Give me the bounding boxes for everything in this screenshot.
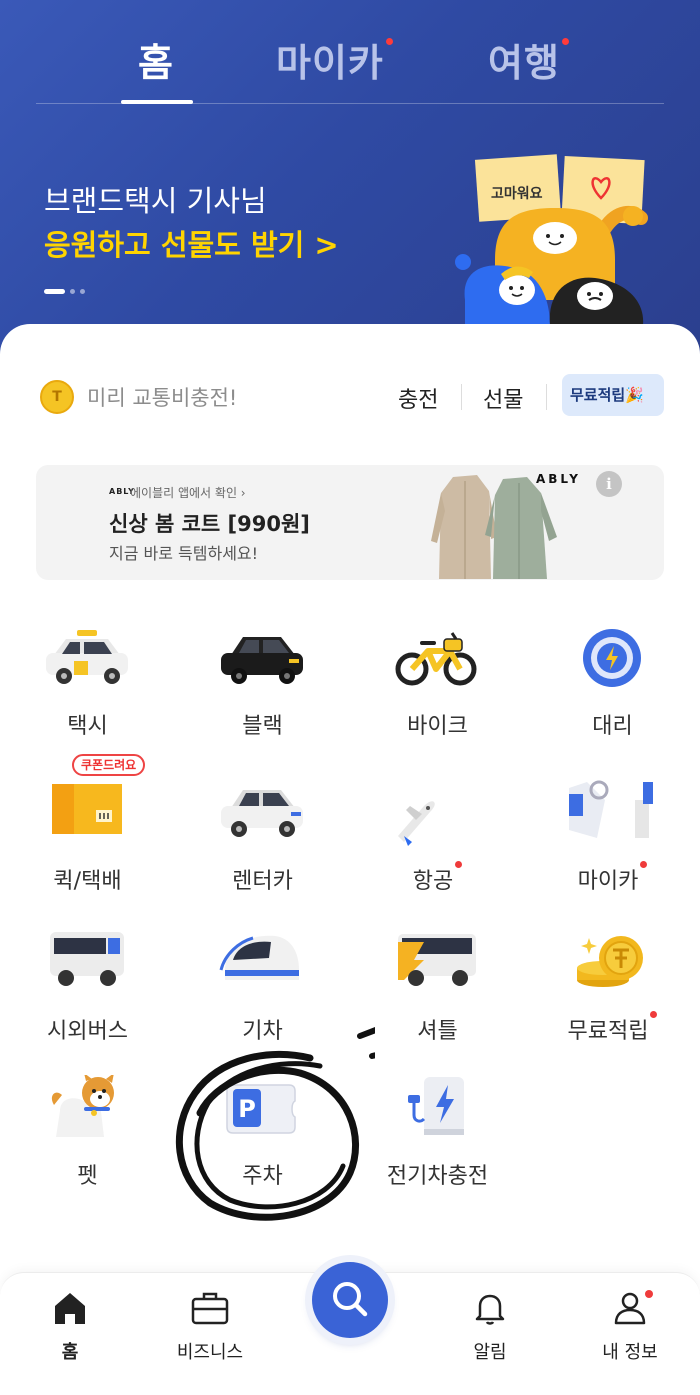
service-label: 주차: [242, 1164, 283, 1189]
ev-charger-icon: [408, 1077, 464, 1135]
search-icon: [333, 1282, 368, 1317]
service-rental-car[interactable]: 렌터카: [175, 780, 350, 930]
mascot-illustration[interactable]: 고마워요: [455, 150, 655, 330]
coupon-badge[interactable]: 쿠폰드려요: [72, 754, 146, 776]
tab-mycar-label: 마이카: [276, 41, 384, 85]
train-icon: [219, 935, 299, 980]
person-icon: [614, 1292, 646, 1325]
home-icon: [55, 1293, 85, 1324]
tab-home[interactable]: 홈: [138, 32, 174, 87]
ad-source-link[interactable]: 에이블리 앱에서 확인 ›: [130, 484, 246, 501]
service-label: 시외버스: [47, 1019, 128, 1044]
tab-divider: [36, 103, 664, 104]
service-ev-charging[interactable]: 전기차충전: [350, 1075, 525, 1225]
ad-info-icon[interactable]: i: [596, 471, 622, 497]
service-flight[interactable]: 항공: [350, 780, 525, 930]
nav-my-info[interactable]: 내 정보: [580, 1290, 680, 1370]
service-label: 기차: [242, 1019, 283, 1044]
free-points-button[interactable]: 무료적립🎉: [562, 374, 664, 416]
new-dot: [385, 38, 393, 45]
service-label: 바이크: [407, 714, 468, 739]
service-label: 택시: [67, 714, 108, 739]
service-train[interactable]: 기차: [175, 930, 350, 1080]
service-label: 무료적립: [567, 1019, 649, 1044]
ad-banner[interactable]: ABLY 에이블리 앱에서 확인 › 신상 봄 코트 [990원] 지금 바로 …: [36, 465, 664, 580]
service-black[interactable]: 블랙: [175, 625, 350, 775]
divider: [546, 384, 547, 410]
wallet-row: T 미리 교통비충전! 충전 선물 무료적립🎉: [40, 374, 664, 418]
bike-icon: [395, 632, 477, 686]
new-dot: [645, 1290, 653, 1298]
airplane-icon: [398, 801, 435, 846]
charge-link[interactable]: 충전: [398, 382, 438, 414]
banner-title[interactable]: 브랜드택시 기사님: [44, 178, 267, 220]
pager-dot-active: [44, 289, 65, 294]
nav-label: 비즈니스: [176, 1342, 244, 1363]
bus-icon: [50, 932, 124, 986]
tab-travel[interactable]: 여행: [488, 32, 569, 87]
new-dot: [561, 38, 569, 45]
briefcase-icon: [191, 1292, 229, 1325]
ably-brand-logo: ABLY: [536, 472, 581, 486]
banner-cta[interactable]: 응원하고 선물도 받기 >: [44, 222, 339, 264]
ad-title: 신상 봄 코트 [990원]: [109, 512, 310, 536]
parcel-box-icon: [52, 784, 122, 834]
new-dot: [640, 861, 648, 868]
taxi-icon: [46, 630, 128, 684]
service-designated-driver[interactable]: 대리: [525, 625, 700, 775]
service-label: 마이카: [577, 869, 639, 894]
coat-image: [431, 475, 557, 579]
service-label: 셔틀: [417, 1019, 458, 1044]
service-intercity-bus[interactable]: 시외버스: [0, 930, 175, 1080]
gift-link[interactable]: 선물: [483, 382, 523, 414]
service-label: 대리: [592, 714, 633, 739]
service-taxi[interactable]: 택시: [0, 625, 175, 775]
pager-dot: [70, 289, 75, 294]
nav-business[interactable]: 비즈니스: [160, 1290, 260, 1370]
nav-label: 알림: [473, 1342, 507, 1363]
search-button[interactable]: [312, 1262, 388, 1338]
service-label: 퀵/택배: [53, 869, 122, 894]
nav-label: 내 정보: [602, 1342, 658, 1363]
service-quick-delivery[interactable]: 퀵/택배: [0, 780, 175, 930]
service-label: 블랙: [242, 714, 283, 739]
rental-car-icon: [221, 790, 303, 837]
dog-icon: [51, 1075, 114, 1137]
service-bike[interactable]: 바이크: [350, 625, 525, 775]
t-coin-icon: T: [40, 380, 74, 414]
parking-icon: P: [226, 1084, 296, 1134]
ad-subtitle: 지금 바로 득템하세요!: [109, 544, 259, 563]
tab-mycar[interactable]: 마이카: [276, 32, 393, 87]
mycar-icon: [569, 780, 653, 838]
service-free-points[interactable]: 무료적립: [525, 930, 700, 1080]
header-banner: 홈 마이카 여행 브랜드택시 기사님 응원하고 선물도 받기 > 고마워요: [0, 0, 700, 360]
new-dot: [455, 861, 463, 868]
service-pet[interactable]: 펫: [0, 1075, 175, 1225]
service-label: 항공: [412, 869, 454, 894]
service-shuttle[interactable]: 셔틀: [350, 930, 525, 1080]
shuttle-icon: [398, 934, 476, 986]
new-dot: [650, 1011, 658, 1018]
banner-pager: [44, 281, 90, 300]
coins-icon: [577, 936, 643, 987]
nav-home[interactable]: 홈: [20, 1290, 120, 1370]
nav-notifications[interactable]: 알림: [440, 1290, 540, 1370]
prepay-prompt[interactable]: 미리 교통비충전!: [87, 382, 237, 412]
service-label: 렌터카: [232, 869, 293, 894]
divider: [461, 384, 462, 410]
service-label: 전기차충전: [386, 1164, 489, 1189]
tab-travel-label: 여행: [488, 41, 560, 85]
black-car-icon: [221, 637, 303, 684]
service-label: 펫: [77, 1164, 98, 1189]
top-tabs: 홈 마이카 여행: [0, 28, 700, 104]
nav-label: 홈: [61, 1342, 79, 1363]
steering-wheel-icon: [583, 629, 641, 687]
tab-home-label: 홈: [138, 41, 174, 85]
service-mycar[interactable]: 마이카: [525, 780, 700, 930]
sign-text: 고마워요: [491, 186, 543, 202]
pager-dot: [80, 289, 85, 294]
bell-icon: [475, 1294, 505, 1325]
svg-text:P: P: [238, 1095, 256, 1123]
service-parking[interactable]: P 주차: [175, 1075, 350, 1225]
